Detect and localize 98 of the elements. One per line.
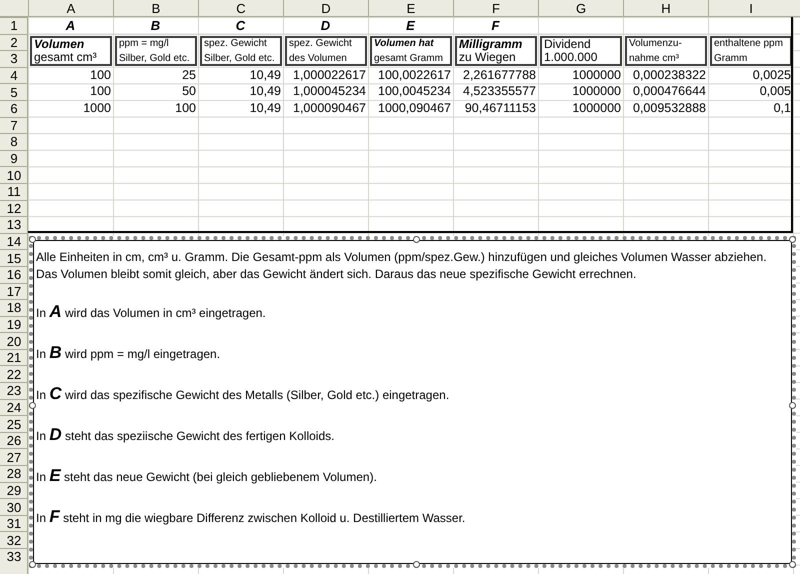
row-header[interactable]: 26 — [0, 432, 28, 448]
row-header[interactable]: 17 — [0, 282, 28, 300]
column-tag: D — [320, 18, 330, 32]
resize-handle[interactable] — [789, 402, 796, 409]
row-header[interactable]: 20 — [0, 332, 28, 349]
row-header[interactable]: 24 — [0, 398, 28, 416]
instruction-text: In D steht das speziische Gewicht des fertigen Kolloids. — [36, 425, 336, 446]
resize-handle[interactable] — [412, 236, 420, 243]
column-heading: Volumenzu- nahme cm³ — [625, 36, 707, 66]
table-cell: 0,005 — [760, 85, 791, 98]
column-tag: A — [66, 18, 76, 32]
row-header[interactable]: 22 — [0, 365, 28, 382]
table-cell: 100 — [90, 85, 111, 98]
table-cell: 1000000 — [572, 68, 621, 82]
column-heading: Volumen gesamt cm³ — [30, 36, 112, 66]
column-heading: Milligramm zu Wiegen — [455, 36, 537, 66]
table-cell: 10,49 — [250, 68, 281, 82]
column-heading: Volumen hat gesamt Gramm — [370, 36, 452, 66]
table-cell: 100,0045234 — [378, 85, 451, 98]
column-header[interactable]: A — [28, 0, 113, 17]
row-header[interactable]: 11 — [0, 182, 28, 200]
row-header[interactable]: 5 — [0, 83, 28, 100]
row-header[interactable]: 27 — [0, 448, 28, 466]
row-header[interactable]: 28 — [0, 465, 28, 482]
row-header[interactable]: 29 — [0, 482, 28, 498]
row-header[interactable]: 16 — [0, 266, 28, 282]
column-header[interactable]: D — [283, 0, 368, 17]
table-cell: 90,46711153 — [464, 102, 536, 115]
row-header[interactable]: 30 — [0, 498, 28, 515]
row-header[interactable]: 7 — [0, 116, 28, 134]
column-header[interactable]: F — [453, 0, 538, 17]
table-cell: 0,009532888 — [633, 102, 706, 115]
resize-handle[interactable] — [412, 561, 420, 568]
table-cell: 4,523355577 — [463, 85, 536, 98]
table-cell: 1000,090467 — [378, 102, 451, 115]
table-cell: 100 — [175, 102, 196, 115]
column-header[interactable]: E — [368, 0, 453, 17]
row-header[interactable]: 14 — [0, 232, 28, 250]
column-header[interactable]: I — [708, 0, 793, 17]
row-header[interactable]: 12 — [0, 200, 28, 216]
instruction-text: In F steht in mg die wiegbare Differenz zwischen Kolloid u. Destilliertem Wasser. — [36, 507, 466, 528]
instruction-text: In A wird das Volumen in cm³ eingetragen. — [36, 302, 267, 323]
column-header[interactable]: H — [623, 0, 708, 17]
column-header[interactable]: C — [198, 0, 283, 17]
resize-handle[interactable] — [789, 561, 796, 568]
row-header[interactable]: 18 — [0, 299, 28, 316]
table-cell: 2,261677788 — [463, 68, 536, 82]
column-tag: E — [406, 18, 415, 32]
row-header[interactable]: 15 — [0, 249, 28, 266]
column-tag: B — [150, 18, 160, 32]
column-heading: spez. Gewicht des Volumen — [285, 36, 367, 66]
resize-handle[interactable] — [789, 236, 796, 243]
table-cell: 50 — [182, 85, 196, 98]
instruction-text: In B wird ppm = mg/l eingetragen. — [36, 343, 222, 364]
row-header[interactable]: 25 — [0, 415, 28, 432]
column-heading: spez. Gewicht Silber, Gold etc. — [200, 36, 282, 66]
table-cell: 1000000 — [572, 102, 621, 115]
table-cell: 100,0022617 — [378, 68, 451, 82]
row-header[interactable]: 3 — [0, 50, 28, 67]
table-cell: 10,49 — [250, 85, 281, 98]
column-tag: F — [492, 18, 500, 32]
row-header[interactable]: 4 — [0, 66, 28, 84]
intro-paragraph: Alle Einheiten in cm, cm³ u. Gramm. Die Gesamt-ppm als Volumen (ppm/spez.Gew.) hinzufügen und gleiches Volumen Wasser abziehen. Das Volumen bleibt somit gleich, aber das Gewicht ändert sich. Daraus das neue spezifische Gewicht errechnen. — [36, 249, 768, 283]
row-header[interactable]: 8 — [0, 133, 28, 150]
table-cell: 1,000022617 — [293, 68, 366, 82]
row-header[interactable]: 13 — [0, 216, 28, 233]
table-cell: 1,000045234 — [293, 85, 366, 98]
row-header[interactable]: 23 — [0, 382, 28, 399]
column-header[interactable]: G — [538, 0, 623, 17]
row-header[interactable]: 31 — [0, 514, 28, 532]
instruction-text: In C wird das spezifische Gewicht des Metalls (Silber, Gold etc.) eingetragen. — [36, 384, 450, 405]
table-cell: 10,49 — [250, 102, 281, 115]
column-heading: Dividend 1.000.000 — [540, 36, 622, 66]
column-tag: C — [236, 18, 246, 32]
row-header[interactable]: 21 — [0, 348, 28, 366]
column-header[interactable]: B — [113, 0, 198, 17]
row-header[interactable]: 19 — [0, 316, 28, 332]
table-cell: 1,000090467 — [293, 102, 366, 115]
resize-handle[interactable] — [29, 402, 36, 409]
row-header[interactable]: 6 — [0, 100, 28, 117]
table-cell: 0,000476644 — [633, 85, 706, 98]
table-cell: 100 — [90, 68, 111, 82]
table-cell: 0,0025 — [752, 68, 791, 82]
table-cell: 1000 — [83, 102, 111, 115]
instruction-text: In E steht das neue Gewicht (bei gleich gebliebenem Volumen). — [36, 466, 378, 487]
row-header[interactable]: 9 — [0, 150, 28, 166]
table-cell: 0,000238322 — [633, 68, 706, 82]
table-cell: 1000000 — [572, 85, 621, 98]
column-heading: ppm = mg/l Silber, Gold etc. — [115, 36, 197, 66]
resize-handle[interactable] — [29, 561, 36, 568]
row-header[interactable]: 1 — [0, 17, 28, 34]
row-header[interactable]: 32 — [0, 531, 28, 548]
table-cell: 25 — [182, 68, 196, 82]
table-cell: 0,1 — [774, 102, 791, 115]
row-header[interactable]: 10 — [0, 166, 28, 183]
resize-handle[interactable] — [29, 236, 36, 243]
row-header[interactable]: 33 — [0, 548, 28, 565]
text-box[interactable] — [29, 236, 796, 568]
